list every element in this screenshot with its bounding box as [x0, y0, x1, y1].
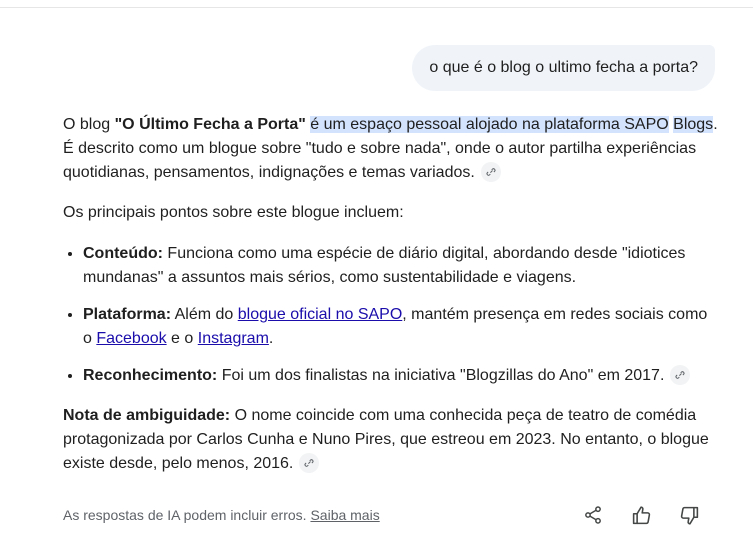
user-query-text: o que é o blog o ultimo fecha a porta?: [429, 59, 698, 76]
points-intro: Os principais pontos sobre este blogue i…: [63, 204, 404, 221]
link-icon: [675, 371, 685, 379]
link-icon: [304, 459, 314, 467]
list-item: Plataforma: Além do blogue oficial no SA…: [83, 302, 718, 351]
source-link-button[interactable]: [670, 364, 691, 385]
share-button[interactable]: [582, 504, 604, 526]
top-divider: [0, 7, 753, 8]
ai-answer: O blog "O Último Fecha a Porta" é um esp…: [63, 113, 718, 476]
ai-disclaimer: As respostas de IA podem incluir erros. …: [63, 507, 380, 523]
thumbs-down-button[interactable]: [678, 504, 700, 526]
user-query-bubble: o que é o blog o ultimo fecha a porta?: [412, 45, 715, 91]
ambiguity-note: Nota de ambiguidade: O nome coincide com…: [63, 404, 718, 476]
source-link-button[interactable]: [299, 452, 320, 473]
highlighted-text-cont: Blogs: [673, 116, 714, 133]
highlighted-text: é um espaço pessoal alojado na plataform…: [310, 116, 669, 133]
blog-title: "O Último Fecha a Porta": [114, 116, 306, 133]
list-item: Reconhecimento: Foi um dos finalistas na…: [83, 363, 718, 388]
thumbs-up-button[interactable]: [630, 504, 652, 526]
disclaimer-text: As respostas de IA podem incluir erros.: [63, 507, 307, 523]
bullet-text: Além do: [171, 306, 238, 323]
link-icon: [486, 168, 496, 176]
learn-more-link[interactable]: Saiba mais: [310, 507, 379, 523]
source-link-button[interactable]: [480, 161, 501, 182]
thumbs-down-icon: [680, 506, 698, 525]
list-item: Conteúdo: Funciona como uma espécie de d…: [83, 241, 718, 290]
bullet-label: Conteúdo:: [83, 245, 163, 262]
thumbs-up-icon: [632, 505, 650, 524]
bullet-text: .: [268, 330, 274, 347]
share-icon: [585, 506, 601, 524]
bullet-label: Plataforma:: [83, 306, 172, 323]
feedback-actions: [582, 504, 700, 526]
bullet-text: Foi um dos finalistas na iniciativa "Blo…: [217, 367, 665, 384]
bullet-label: Reconhecimento:: [83, 367, 218, 384]
intro-prefix: O blog: [63, 116, 115, 133]
answer-footer: As respostas de IA podem incluir erros. …: [63, 504, 718, 526]
points-list: Conteúdo: Funciona como uma espécie de d…: [63, 241, 718, 388]
answer-intro: O blog "O Último Fecha a Porta" é um esp…: [63, 113, 718, 185]
sapo-blog-link[interactable]: blogue oficial no SAPO: [238, 306, 403, 323]
instagram-link[interactable]: Instagram: [198, 330, 269, 347]
note-label: Nota de ambiguidade:: [63, 407, 231, 424]
bullet-text: e o: [166, 330, 198, 347]
bullet-text: Funciona como uma espécie de diário digi…: [83, 245, 686, 286]
facebook-link[interactable]: Facebook: [96, 330, 166, 347]
